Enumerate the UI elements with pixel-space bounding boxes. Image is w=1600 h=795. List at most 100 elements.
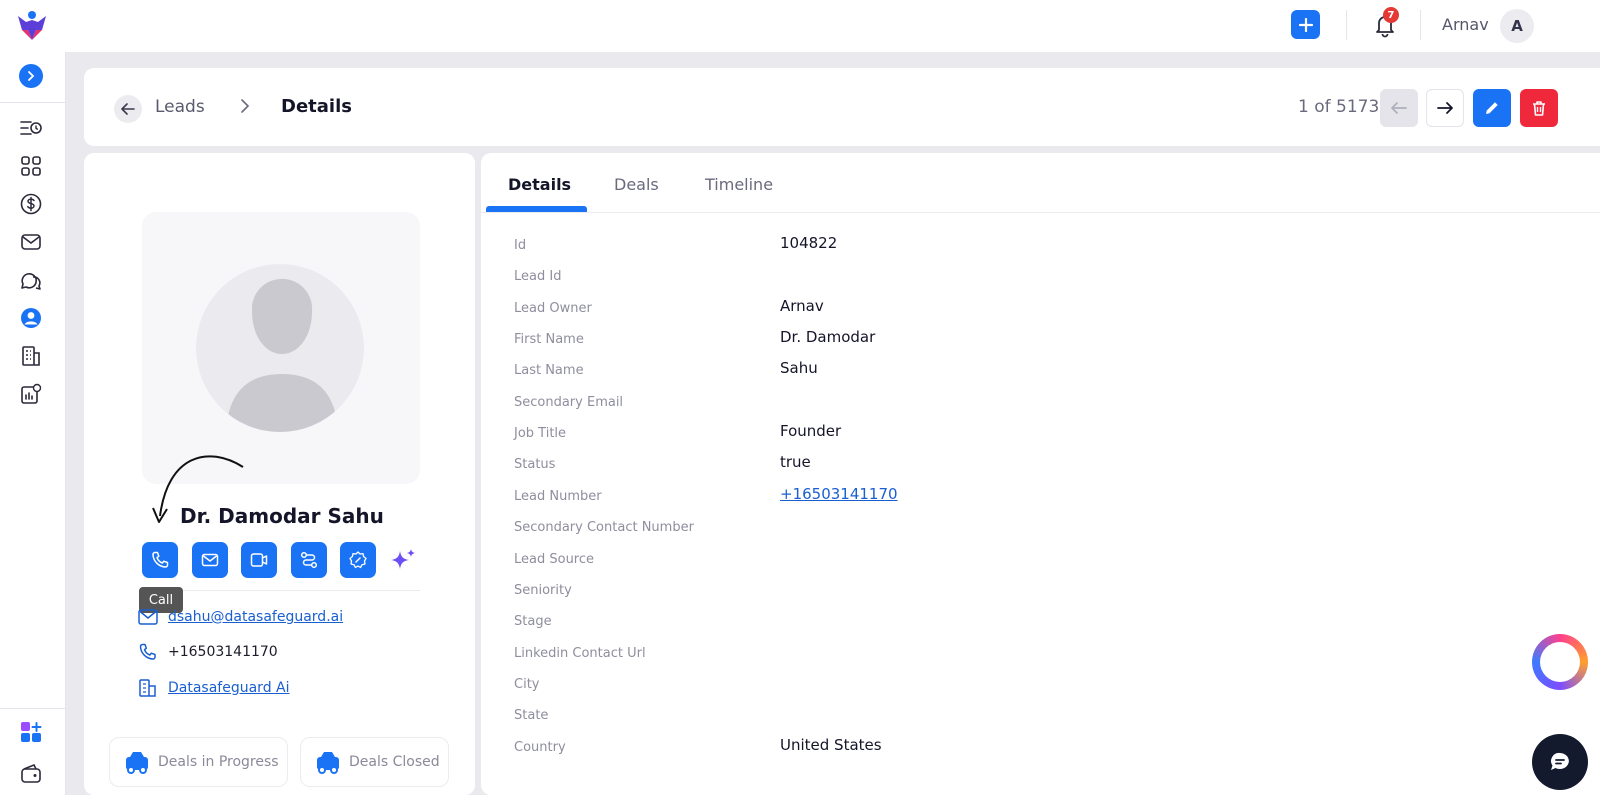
field-label: Linkedin Contact Url: [514, 646, 646, 661]
deals-closed-icon: [317, 752, 339, 774]
edit-button[interactable]: [1473, 89, 1511, 127]
field-value: true: [780, 453, 811, 471]
sidebar-item-activities[interactable]: [19, 116, 43, 140]
user-circle-icon: [21, 308, 41, 328]
wallet-icon: [21, 763, 41, 783]
meeting-button[interactable]: [241, 542, 277, 578]
field-label: Lead Owner: [514, 301, 592, 316]
field-value: Dr. Damodar: [780, 328, 876, 346]
deals-truck-icon: [126, 752, 148, 774]
deals-closed-card[interactable]: Deals Closed: [300, 737, 449, 787]
report-settings-icon: [21, 383, 42, 404]
tab-timeline[interactable]: Timeline: [705, 175, 773, 194]
divider: [0, 708, 66, 709]
phone-icon: [152, 551, 169, 568]
mail-icon: [21, 234, 41, 250]
avatar: [196, 264, 364, 432]
contact-phone: +16503141170: [168, 644, 278, 660]
lead-name: Dr. Damodar Sahu: [180, 504, 384, 528]
grid-icon: [21, 156, 41, 176]
contact-email-link[interactable]: dsahu@datasafeguard.ai: [168, 609, 343, 625]
sidebar-item-wallet[interactable]: [19, 762, 43, 786]
contact-company-row: Datasafeguard Ai: [138, 679, 290, 697]
pencil-icon: [1486, 102, 1498, 114]
field-label: Job Title: [514, 426, 567, 441]
chevron-right-icon: [241, 99, 250, 113]
field-label: City: [514, 677, 540, 692]
previous-record-button[interactable]: [1380, 89, 1418, 127]
apps-add-icon: [21, 722, 42, 742]
delete-button[interactable]: [1520, 89, 1558, 127]
next-record-button[interactable]: [1426, 89, 1464, 127]
field-label: Secondary Contact Number: [514, 520, 694, 535]
field-value: United States: [780, 736, 882, 754]
quick-add-button[interactable]: [1291, 10, 1320, 39]
field-label: Country: [514, 740, 566, 755]
plus-icon: [1298, 17, 1313, 32]
sidebar-item-deals[interactable]: [19, 192, 43, 216]
field-label: First Name: [514, 332, 584, 347]
sidebar-expand-button[interactable]: [19, 64, 43, 88]
field-value: Sahu: [780, 359, 818, 377]
tab-deals[interactable]: Deals: [614, 175, 659, 194]
field-label: Lead Source: [514, 552, 595, 567]
divider: [1420, 10, 1421, 40]
deals-closed-label: Deals Closed: [349, 754, 440, 770]
arrow-left-icon: [1391, 102, 1407, 114]
building-icon: [139, 679, 156, 697]
contact-phone-row: +16503141170: [138, 643, 278, 661]
chevron-right-icon: [28, 71, 35, 81]
field-label: Secondary Email: [514, 395, 624, 410]
field-label: State: [514, 708, 549, 723]
lead-details-card: [481, 153, 1600, 795]
sidebar-item-apps[interactable]: [19, 720, 43, 744]
sidebar-item-leads[interactable]: [19, 306, 43, 330]
user-name[interactable]: Arnav: [1442, 15, 1489, 34]
divider: [0, 102, 66, 103]
divider: [1346, 10, 1347, 40]
sidebar-item-companies[interactable]: [19, 344, 43, 368]
chat-support-button[interactable]: [1532, 734, 1588, 790]
field-label: Lead Id: [514, 269, 562, 284]
email-button[interactable]: [192, 542, 228, 578]
notification-badge: 7: [1383, 7, 1399, 23]
chat-bubbles-icon: [21, 273, 41, 290]
person-placeholder-icon: [226, 278, 338, 432]
call-button[interactable]: [142, 542, 178, 578]
sidebar-item-mail[interactable]: [19, 230, 43, 254]
deal-button[interactable]: [340, 542, 376, 578]
deals-in-progress-card[interactable]: Deals in Progress: [109, 737, 288, 787]
field-value[interactable]: +16503141170: [780, 485, 898, 503]
assistant-ring-center: [1540, 642, 1580, 682]
app-logo-icon[interactable]: [14, 8, 50, 44]
deals-in-progress-label: Deals in Progress: [158, 754, 279, 770]
contact-company-link[interactable]: Datasafeguard Ai: [168, 680, 290, 696]
mail-icon: [138, 609, 158, 625]
route-button[interactable]: [291, 542, 327, 578]
back-button[interactable]: [114, 95, 142, 123]
breadcrumb-leads[interactable]: Leads: [155, 97, 205, 117]
tab-details[interactable]: Details: [508, 175, 571, 194]
arrow-left-icon: [121, 103, 135, 115]
trash-icon: [1533, 101, 1545, 116]
contact-email-row: dsahu@datasafeguard.ai: [138, 608, 343, 626]
mail-icon: [201, 553, 219, 567]
dollar-icon: [20, 193, 42, 215]
field-label: Lead Number: [514, 489, 602, 504]
chat-icon: [1551, 752, 1569, 770]
arrow-right-icon: [1437, 102, 1453, 114]
route-icon: [300, 551, 318, 569]
field-value: Founder: [780, 422, 842, 440]
field-label: Status: [514, 457, 556, 472]
field-label: Id: [514, 238, 527, 253]
user-avatar[interactable]: A: [1500, 9, 1534, 43]
ai-sparkle-icon[interactable]: [388, 546, 418, 576]
badge-percent-icon: [349, 551, 367, 569]
divider: [481, 212, 1600, 213]
sidebar-item-conversations[interactable]: [19, 268, 43, 292]
sidebar-item-dashboard[interactable]: [19, 154, 43, 178]
field-value: Arnav: [780, 297, 824, 315]
video-call-icon: [250, 553, 268, 567]
field-label: Stage: [514, 614, 552, 629]
sidebar-item-reports[interactable]: [19, 382, 43, 406]
